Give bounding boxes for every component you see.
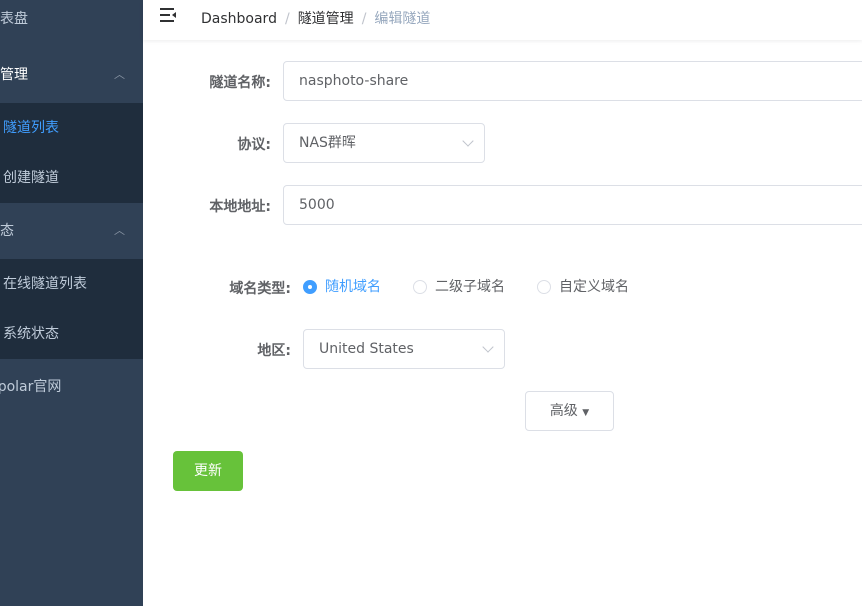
advanced-label: 高级 [549, 403, 578, 419]
radio-label: 二级子域名 [435, 279, 505, 295]
radio-subdomain[interactable]: 二级子域名 [413, 279, 505, 295]
radio-random-domain[interactable]: 随机域名 [303, 279, 381, 295]
radio-custom-domain[interactable]: 自定义域名 [537, 279, 629, 295]
radio-label: 随机域名 [325, 279, 381, 295]
sidebar-item-cpolar-site[interactable]: cpolar官网 [0, 359, 143, 415]
sidebar-item-online-tunnels[interactable]: 在线隧道列表 [0, 259, 143, 309]
local-address-input[interactable]: 5000 [283, 185, 862, 225]
tunnel-name-label: 隧道名称: [209, 75, 271, 91]
label: 在线隧道列表 [3, 276, 87, 292]
sidebar-item-create-tunnel[interactable]: 创建隧道 [0, 153, 143, 203]
label: 状态 [0, 223, 14, 239]
sidebar-item-system-status[interactable]: 系统状态 [0, 309, 143, 359]
sidebar-item-dashboard[interactable]: 仪表盘 [0, 0, 143, 47]
radio-dot [413, 280, 427, 294]
radio-label: 自定义域名 [559, 279, 629, 295]
update-button[interactable]: 更新 [173, 451, 243, 491]
sidebar: 仪表盘 隧道管理 ︿ 隧道列表 创建隧道 状态 ︿ 在线隧道列表 系统状态 cpol… [0, 0, 143, 606]
breadcrumb: Dashboard / 隧道管理 / 编辑隧道 [201, 11, 431, 27]
chevron-down-icon [462, 135, 474, 147]
advanced-button[interactable]: 高级 ▼ [525, 391, 614, 431]
domain-type-label: 域名类型: [229, 281, 291, 297]
chevron-up-icon: ︿ [114, 68, 125, 81]
breadcrumb-edit-tunnel: 编辑隧道 [374, 11, 431, 27]
chevron-down-icon [482, 341, 494, 353]
breadcrumb-tunnel-management[interactable]: 隧道管理 [298, 11, 354, 27]
tunnel-name-input[interactable]: nasphoto-share [283, 61, 862, 101]
label: 隧道列表 [3, 120, 59, 136]
radio-dot [303, 280, 317, 294]
sidebar-group-status[interactable]: 状态 ︿ [0, 203, 143, 259]
breadcrumb-dashboard[interactable]: Dashboard [201, 11, 277, 27]
sidebar-group-tunnel-management[interactable]: 隧道管理 ︿ [0, 47, 143, 103]
region-select[interactable]: United States [303, 329, 505, 369]
region-value: United States [319, 341, 414, 357]
label: cpolar官网 [0, 379, 62, 395]
region-label: 地区: [257, 343, 291, 359]
label: 系统状态 [3, 326, 59, 342]
header: Dashboard / 隧道管理 / 编辑隧道 [143, 0, 862, 40]
label: 隧道管理 [0, 67, 28, 83]
sidebar-item-tunnel-list[interactable]: 隧道列表 [0, 103, 143, 153]
caret-down-icon: ▼ [582, 408, 590, 418]
protocol-select[interactable]: NAS群晖 [283, 123, 485, 163]
radio-dot [537, 280, 551, 294]
label: 仪表盘 [0, 11, 28, 27]
chevron-up-icon: ︿ [114, 224, 125, 237]
protocol-value: NAS群晖 [299, 135, 356, 151]
hamburger-icon[interactable] [160, 8, 176, 22]
local-address-label: 本地地址: [209, 199, 271, 215]
protocol-label: 协议: [237, 137, 271, 153]
label: 创建隧道 [3, 170, 59, 186]
